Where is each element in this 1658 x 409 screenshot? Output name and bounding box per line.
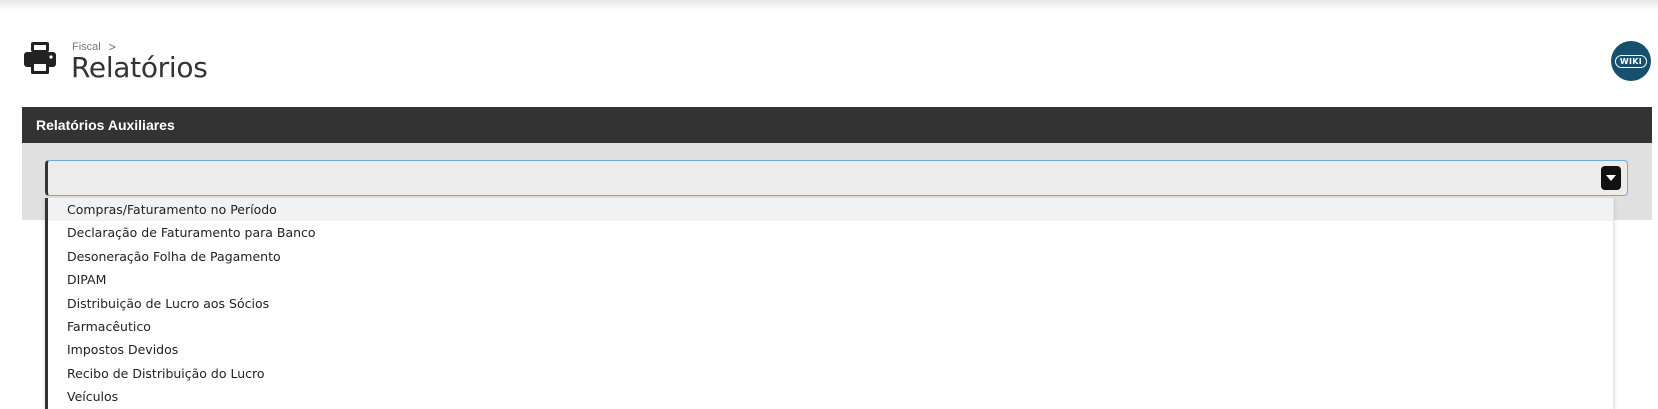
report-options-dropdown: Compras/Faturamento no Período Declaraçã… — [45, 198, 1614, 409]
dropdown-option[interactable]: Veículos — [48, 385, 1613, 408]
dropdown-option[interactable]: Desoneração Folha de Pagamento — [48, 245, 1613, 268]
section-title: Relatórios Auxiliares — [36, 117, 175, 133]
printer-icon — [22, 40, 58, 76]
dropdown-option[interactable]: Declaração de Faturamento para Banco — [48, 221, 1613, 244]
caret-down-icon[interactable] — [1601, 166, 1621, 190]
wiki-label: WIKI — [1614, 54, 1648, 68]
dropdown-option[interactable]: Recibo de Distribuição do Lucro — [48, 362, 1613, 385]
dropdown-option[interactable]: Farmacêutico — [48, 315, 1613, 338]
page-title: Relatórios — [71, 51, 208, 84]
top-bar-shadow — [0, 0, 1658, 10]
dropdown-option[interactable]: DIPAM — [48, 268, 1613, 291]
dropdown-option[interactable]: Distribuição de Lucro aos Sócios — [48, 292, 1613, 315]
dropdown-option[interactable]: Impostos Devidos — [48, 338, 1613, 361]
report-select[interactable] — [45, 160, 1628, 196]
section-header: Relatórios Auxiliares — [22, 107, 1652, 143]
dropdown-option[interactable]: Compras/Faturamento no Período — [48, 198, 1613, 222]
wiki-button[interactable]: WIKI — [1611, 41, 1651, 81]
